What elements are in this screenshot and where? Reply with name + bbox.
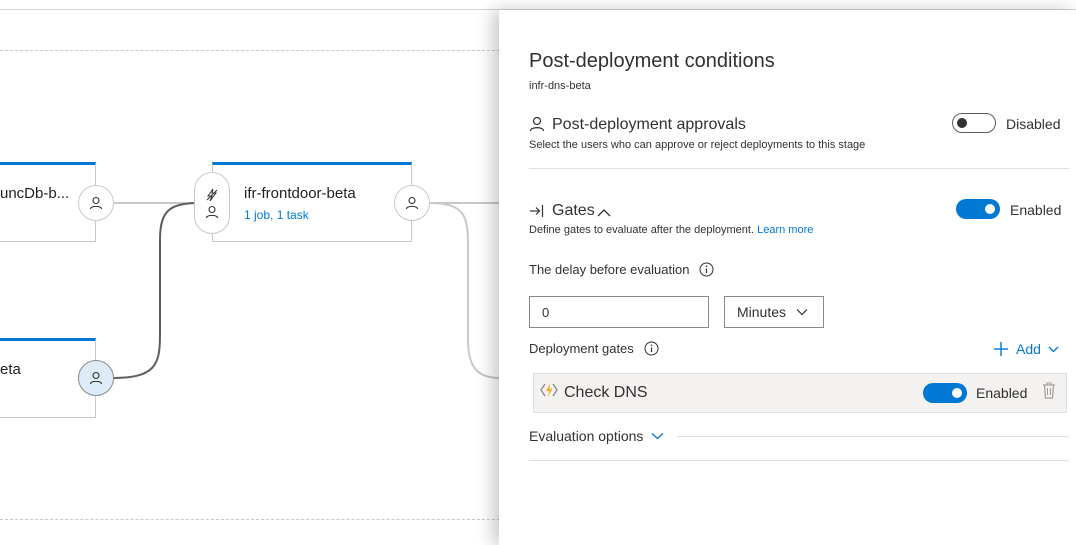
gates-toggle[interactable]: [956, 199, 1000, 219]
person-icon: [529, 116, 545, 132]
post-deployment-approvals-button-selected[interactable]: [78, 360, 114, 396]
stage-name: eta: [0, 361, 21, 378]
chevron-down-icon: [796, 309, 808, 316]
gate-enabled-toggle[interactable]: [923, 383, 967, 403]
gate-item-check-dns[interactable]: Check DNS Enabled: [533, 373, 1067, 413]
person-icon: [89, 371, 103, 385]
post-deployment-approvals-button[interactable]: [394, 185, 430, 221]
add-label: Add: [1016, 341, 1041, 357]
gates-toggle-state: Enabled: [1010, 202, 1062, 218]
chevron-up-icon[interactable]: [597, 205, 611, 223]
connector-stage3-to-frontdoor: [113, 202, 197, 379]
lightning-icon: [206, 188, 218, 201]
post-deployment-conditions-panel: Post-deployment conditions infr-dns-beta…: [499, 10, 1076, 545]
approvals-toggle-state: Disabled: [1006, 116, 1061, 132]
info-icon[interactable]: [644, 341, 659, 356]
info-icon[interactable]: [699, 262, 714, 277]
panel-title: Post-deployment conditions: [529, 50, 775, 72]
chevron-down-icon: [1048, 346, 1059, 352]
gates-arrow-icon: [529, 203, 545, 224]
stage-card-ifr-frontdoor-beta[interactable]: [212, 162, 412, 242]
trash-icon[interactable]: [1042, 382, 1056, 404]
plus-icon: [994, 342, 1008, 356]
approvals-person-icon: [529, 116, 545, 137]
evaluation-options-divider: [677, 436, 1069, 437]
learn-more-link[interactable]: Learn more: [757, 224, 813, 236]
post-deployment-approvals-button[interactable]: [78, 185, 114, 221]
person-icon: [205, 205, 219, 218]
section-divider: [529, 168, 1069, 169]
deployment-gates-label: Deployment gates: [529, 341, 634, 356]
person-icon: [405, 196, 419, 210]
stage-name: ifr-frontdoor-beta: [244, 185, 356, 202]
gates-description-text: Define gates to evaluate after the deplo…: [529, 224, 755, 236]
chevron-down-icon: [651, 433, 664, 440]
stage-job-summary-link[interactable]: 1 job, 1 task: [244, 208, 309, 222]
gate-name: Check DNS: [564, 384, 648, 401]
azure-function-icon: [540, 382, 558, 403]
delay-label: The delay before evaluation: [529, 262, 690, 277]
approvals-title: Post-deployment approvals: [552, 116, 746, 133]
approvals-description: Select the users who can approve or reje…: [529, 139, 866, 151]
gates-description: Define gates to evaluate after the deplo…: [529, 224, 813, 236]
delay-unit-dropdown[interactable]: Minutes: [724, 296, 824, 328]
evaluation-options-toggle[interactable]: Evaluation options: [529, 428, 664, 444]
evaluation-options-label: Evaluation options: [529, 428, 644, 444]
gate-enter-icon: [530, 205, 544, 217]
delay-label-row: The delay before evaluation: [529, 262, 714, 277]
stage-name: uncDb-b...: [0, 185, 70, 202]
pre-deployment-conditions-button[interactable]: [194, 172, 230, 234]
gate-toggle-state: Enabled: [976, 385, 1028, 401]
delay-unit-value: Minutes: [737, 304, 787, 320]
section-divider: [529, 460, 1069, 461]
deployment-gates-label-row: Deployment gates: [529, 341, 659, 356]
connector-frontdoor-to-next: [429, 202, 501, 379]
add-gate-button[interactable]: Add: [993, 341, 1059, 357]
panel-stage-name: infr-dns-beta: [529, 80, 591, 92]
gates-title[interactable]: Gates: [552, 202, 595, 220]
person-icon: [89, 196, 103, 210]
delay-value-input[interactable]: [529, 296, 709, 328]
approvals-toggle[interactable]: [952, 113, 996, 133]
